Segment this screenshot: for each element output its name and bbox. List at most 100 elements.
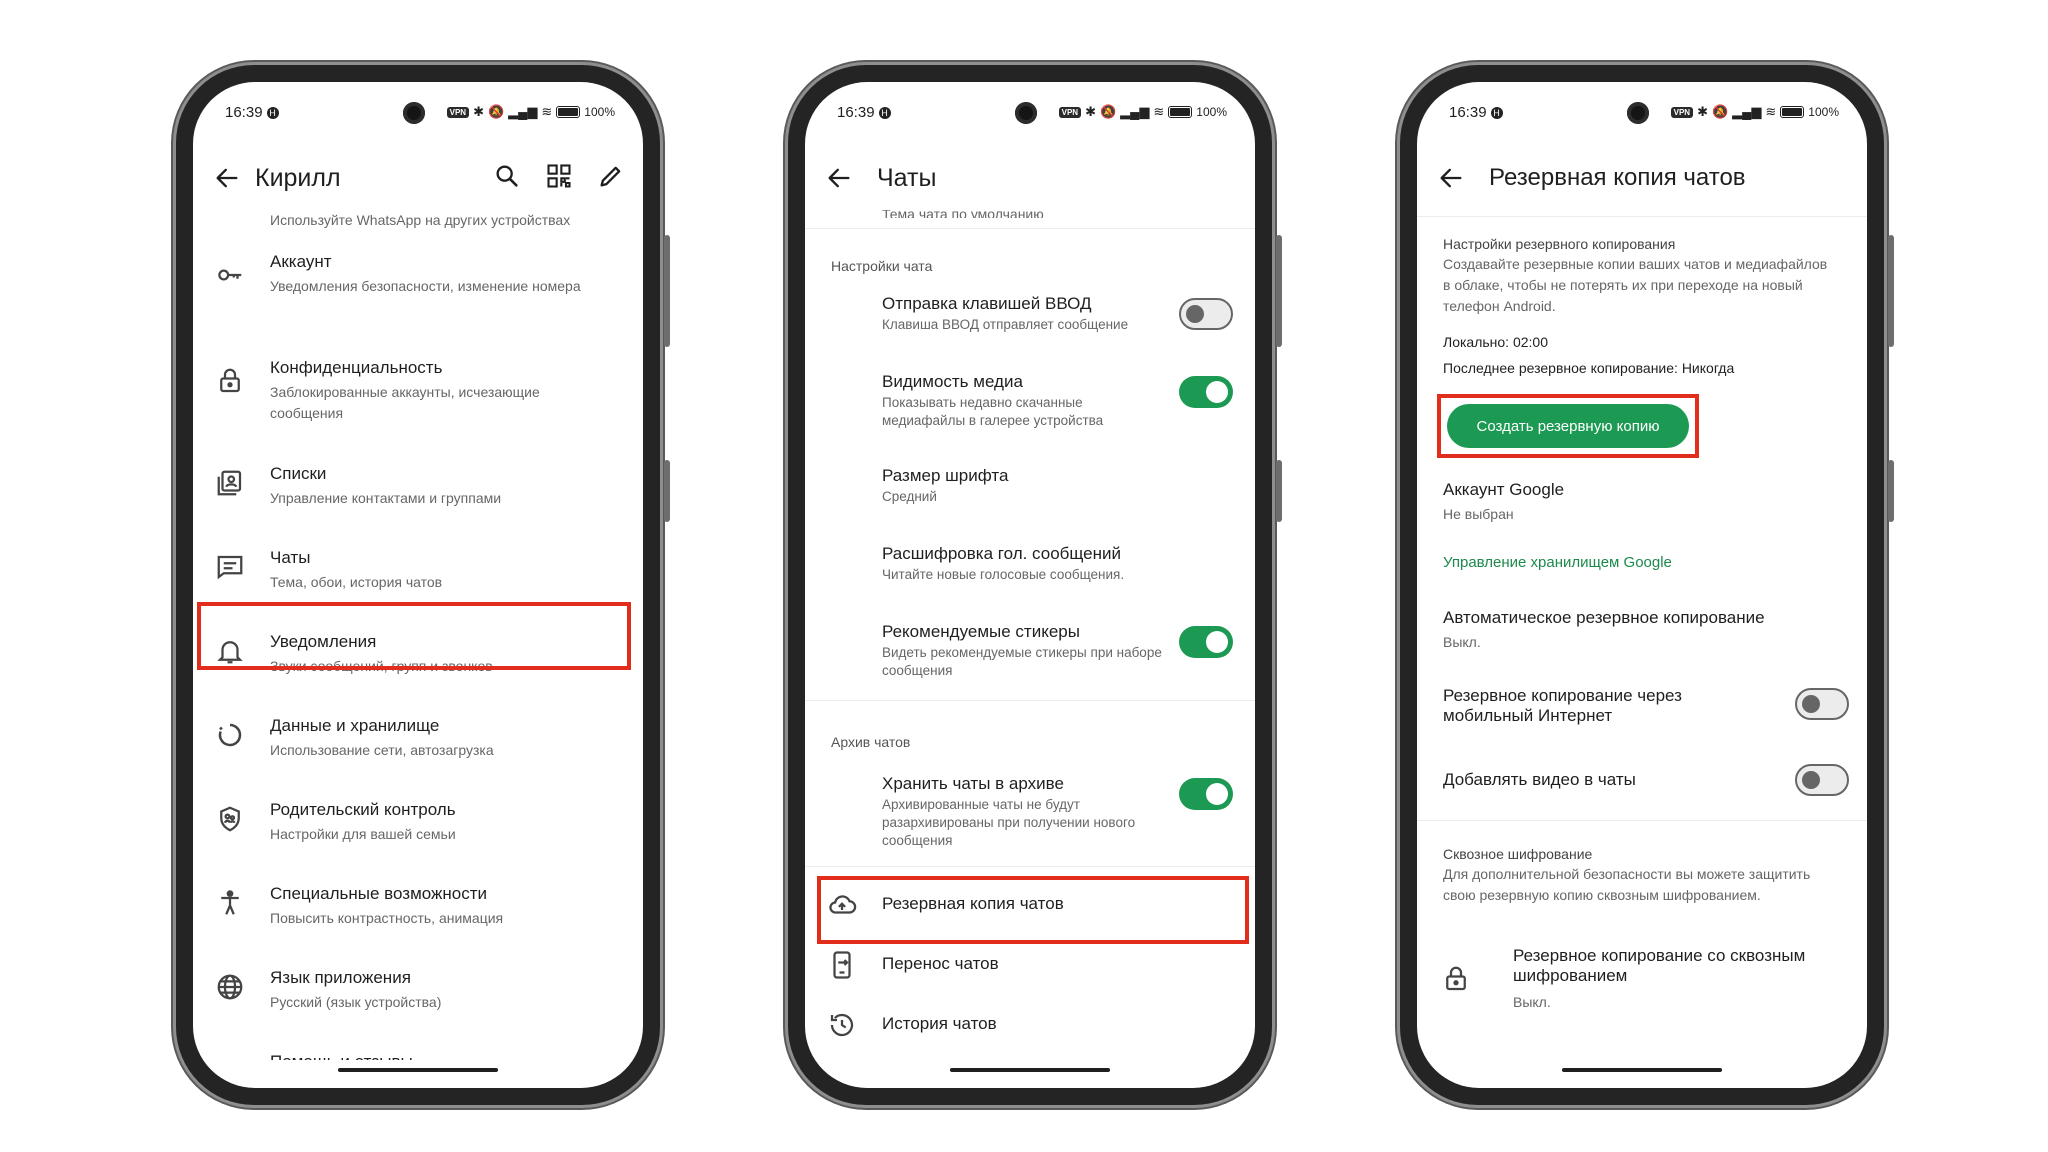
- highlight-chats: [197, 602, 631, 670]
- settings-item-storage[interactable]: Данные и хранилище Использование сети, а…: [193, 704, 643, 768]
- chats-screen: 16:39 H VPN ✱ 🔕 ▂▄▆ ≋ 100% Чаты Тема чата…: [805, 82, 1255, 1088]
- toggle-suggested-stickers[interactable]: [1179, 626, 1233, 658]
- bluetooth-icon: ✱: [1697, 104, 1708, 119]
- wifi-icon: ≋: [541, 104, 553, 119]
- edit-pencil-icon[interactable]: [597, 162, 625, 190]
- settings-item-accessibility[interactable]: Специальные возможности Повысить контрас…: [193, 872, 643, 936]
- divider: [805, 700, 1255, 701]
- setting-enter-is-send[interactable]: Отправка клавишей ВВОД Клавиша ВВОД отпр…: [805, 282, 1255, 348]
- bluetooth-icon: ✱: [473, 104, 484, 119]
- settings-item-parental-control[interactable]: Родительский контроль Настройки для ваше…: [193, 788, 643, 852]
- settings-item-account[interactable]: Аккаунт Уведомления безопасности, измене…: [193, 240, 643, 324]
- app-bar: Резервная копия чатов: [1417, 146, 1867, 210]
- toggle-cellular-backup[interactable]: [1795, 688, 1849, 720]
- phone-transfer-icon: [827, 950, 857, 980]
- page-title: Кирилл: [255, 164, 341, 192]
- setting-auto-backup[interactable]: Автоматическое резервное копирование Вык…: [1417, 596, 1867, 656]
- manage-google-storage-link[interactable]: Управление хранилищем Google: [1443, 554, 1672, 571]
- phone-settings: 16:39 H VPN ✱ 🔕 ▂▄▆ ≋ 100% Кирилл Исполь…: [176, 65, 670, 1105]
- setting-label: Резервное копирование со сквозным шифров…: [1513, 946, 1806, 985]
- phone-chats: 16:39 H VPN ✱ 🔕 ▂▄▆ ≋ 100% Чаты Тема чата…: [788, 65, 1282, 1105]
- gesture-bar: [950, 1068, 1110, 1072]
- power-button: [664, 460, 670, 522]
- qr-code-icon[interactable]: [545, 162, 573, 190]
- hd-icon: H: [266, 107, 279, 119]
- settings-item-chats[interactable]: Чаты Тема, обои, история чатов: [193, 536, 643, 600]
- setting-google-account[interactable]: Аккаунт Google Не выбран: [1417, 468, 1867, 528]
- settings-item-label: Язык приложения: [270, 968, 411, 987]
- settings-item-language[interactable]: Язык приложения Русский (язык устройства…: [193, 956, 643, 1020]
- power-button: [1888, 460, 1894, 522]
- settings-item-subtitle: Заблокированные аккаунты, исчезающие соо…: [270, 384, 540, 421]
- mute-icon: 🔕: [487, 104, 505, 119]
- settings-item-subtitle: Повысить контрастность, анимация: [270, 910, 504, 926]
- battery-icon: [1168, 106, 1193, 118]
- status-bar: 16:39 H VPN ✱ 🔕 ▂▄▆ ≋ 100%: [1417, 82, 1867, 138]
- back-arrow-icon[interactable]: [825, 164, 853, 192]
- globe-icon: [215, 972, 245, 1002]
- toggle-include-videos[interactable]: [1795, 764, 1849, 796]
- settings-item-subtitle: Использование сети, автозагрузка: [270, 742, 494, 758]
- settings-item-label: Помощь и отзывы: [270, 1052, 413, 1060]
- page-title: Чаты: [877, 164, 937, 192]
- setting-keep-archived[interactable]: Хранить чаты в архиве Архивированные чат…: [805, 762, 1255, 854]
- app-bar: Чаты: [805, 146, 1255, 210]
- status-time: 16:39: [837, 104, 875, 121]
- settings-item-subtitle: Управление контактами и группами: [270, 490, 502, 506]
- menu-chat-history[interactable]: История чатов: [805, 996, 1255, 1052]
- setting-e2e-backup[interactable]: Резервное копирование со сквозным шифров…: [1417, 936, 1867, 1016]
- setting-cellular-backup[interactable]: Резервное копирование через мобильный Ин…: [1417, 674, 1867, 738]
- wifi-icon: ≋: [1153, 104, 1165, 119]
- settings-item-lists[interactable]: Списки Управление контактами и группами: [193, 452, 643, 516]
- back-arrow-icon[interactable]: [213, 164, 241, 192]
- setting-font-size[interactable]: Размер шрифта Средний: [805, 454, 1255, 510]
- lock-icon: [1441, 964, 1471, 994]
- volume-button: [1276, 235, 1282, 347]
- setting-label: Автоматическое резервное копирование: [1443, 608, 1765, 627]
- vpn-icon: VPN: [1670, 106, 1694, 118]
- local-backup-time: Локально: 02:00: [1443, 334, 1548, 350]
- default-theme-hint: Тема чата по умолчанию: [882, 210, 1044, 218]
- setting-include-videos[interactable]: Добавлять видео в чаты: [1417, 758, 1867, 808]
- setting-label: Добавлять видео в чаты: [1443, 770, 1636, 789]
- setting-media-visibility[interactable]: Видимость медиа Показывать недавно скача…: [805, 360, 1255, 434]
- e2e-description: Для дополнительной безопасности вы может…: [1443, 866, 1811, 903]
- volume-button: [664, 235, 670, 347]
- status-time: 16:39: [225, 104, 263, 121]
- chat-settings-list: Тема чата по умолчанию Настройки чата От…: [805, 210, 1255, 1060]
- settings-item-label: Специальные возможности: [270, 884, 488, 903]
- settings-item-subtitle: Тема, обои, история чатов: [270, 574, 443, 590]
- gesture-bar: [1562, 1068, 1722, 1072]
- setting-subtitle: Не выбран: [1443, 506, 1514, 522]
- setting-suggested-stickers[interactable]: Рекомендуемые стикеры Видеть рекомендуем…: [805, 610, 1255, 684]
- bluetooth-icon: ✱: [1085, 104, 1096, 119]
- chat-backup-screen: 16:39 H VPN ✱ 🔕 ▂▄▆ ≋ 100% Резервная копи…: [1417, 82, 1867, 1088]
- storage-circle-icon: [215, 720, 245, 750]
- toggle-enter-send[interactable]: [1179, 298, 1233, 330]
- history-icon: [827, 1010, 857, 1040]
- accessibility-icon: [215, 888, 245, 918]
- vpn-icon: VPN: [1058, 106, 1082, 118]
- setting-subtitle: Клавиша ВВОД отправляет сообщение: [882, 317, 1129, 332]
- settings-item-label: Аккаунт: [270, 252, 332, 271]
- last-backup-status: Последнее резервное копирование: Никогда: [1443, 360, 1735, 376]
- front-camera: [1627, 102, 1649, 124]
- menu-transfer-chats[interactable]: Перенос чатов: [805, 936, 1255, 992]
- setting-subtitle: Выкл.: [1443, 634, 1481, 650]
- settings-item-subtitle: Русский (язык устройства): [270, 994, 442, 1010]
- setting-voice-transcripts[interactable]: Расшифровка гол. сообщений Читайте новые…: [805, 532, 1255, 588]
- section-e2e-encryption: Сквозное шифрование: [1443, 846, 1593, 862]
- toggle-keep-archived[interactable]: [1179, 778, 1233, 810]
- search-icon[interactable]: [493, 162, 521, 190]
- setting-subtitle: Архивированные чаты не будут разархивиро…: [882, 797, 1136, 848]
- back-arrow-icon[interactable]: [1437, 164, 1465, 192]
- status-bar: 16:39 H VPN ✱ 🔕 ▂▄▆ ≋ 100%: [805, 82, 1255, 138]
- settings-item-help[interactable]: Помощь и отзывы: [193, 1040, 643, 1060]
- highlight-chat-backup: [817, 876, 1249, 944]
- section-backup-settings: Настройки резервного копирования: [1443, 236, 1676, 252]
- settings-item-label: Родительский контроль: [270, 800, 456, 819]
- toggle-media-visibility[interactable]: [1179, 376, 1233, 408]
- signal-icon: ▂▄▆: [1120, 104, 1150, 119]
- menu-label: История чатов: [882, 1014, 997, 1033]
- settings-item-privacy[interactable]: Конфиденциальность Заблокированные аккау…: [193, 346, 643, 430]
